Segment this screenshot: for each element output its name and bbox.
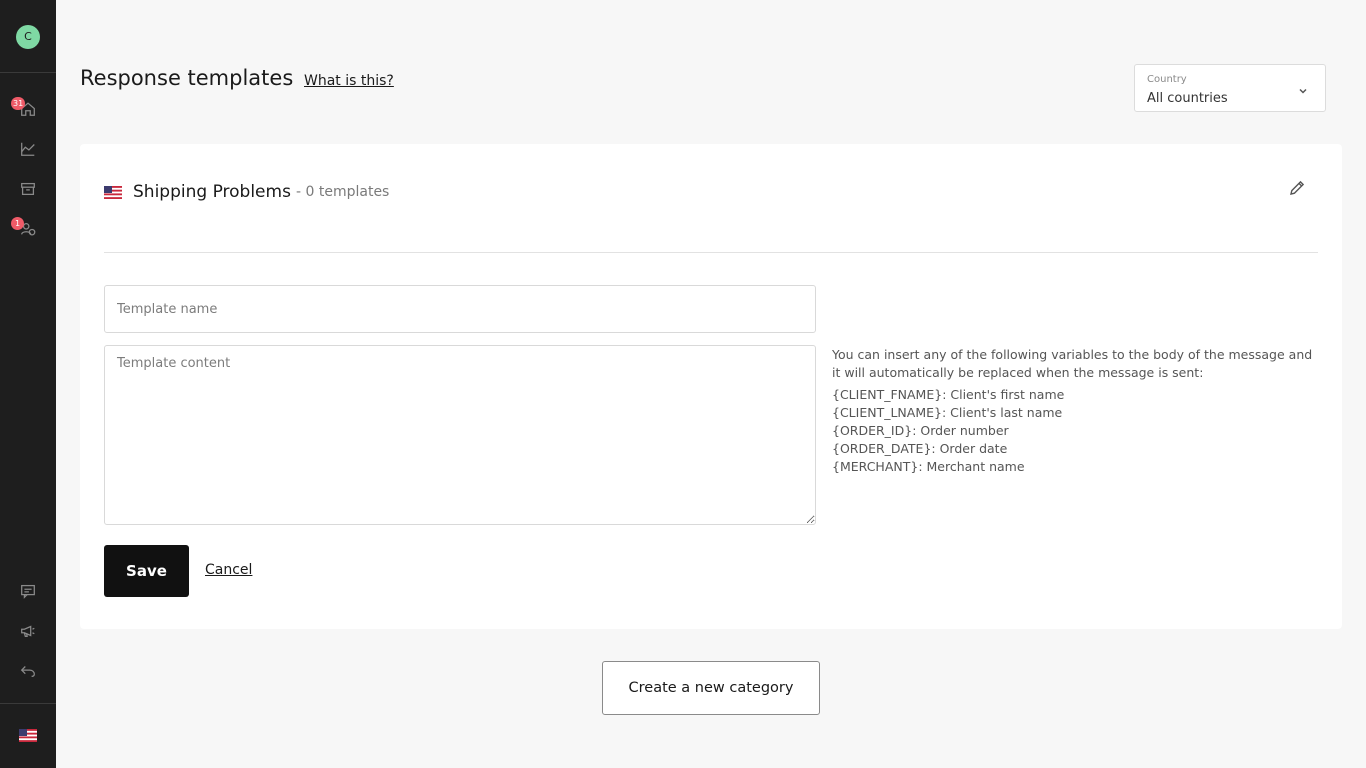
home-badge: 31 bbox=[11, 97, 26, 110]
page-title: Response templates bbox=[80, 66, 294, 90]
sidebar: C 31 1 bbox=[0, 0, 56, 768]
card-divider bbox=[104, 252, 1318, 253]
megaphone-icon[interactable] bbox=[18, 621, 38, 641]
create-category-button[interactable]: Create a new category bbox=[602, 661, 820, 715]
undo-icon[interactable] bbox=[18, 661, 38, 681]
variable-item: {CLIENT_LNAME}: Client's last name bbox=[832, 405, 1063, 420]
variable-item: {MERCHANT}: Merchant name bbox=[832, 459, 1025, 474]
country-value: All countries bbox=[1147, 91, 1228, 106]
variable-item: {ORDER_DATE}: Order date bbox=[832, 441, 1008, 456]
variables-help: You can insert any of the following vari… bbox=[832, 346, 1322, 476]
avatar[interactable]: C bbox=[16, 25, 40, 49]
save-button[interactable]: Save bbox=[104, 545, 189, 597]
edit-pencil-icon[interactable] bbox=[1287, 178, 1307, 198]
chevron-down-icon bbox=[1297, 82, 1309, 94]
template-content-textarea[interactable] bbox=[104, 345, 816, 525]
us-flag-icon[interactable] bbox=[19, 729, 37, 742]
us-flag-icon bbox=[104, 186, 122, 199]
template-count: - 0 templates bbox=[296, 184, 390, 200]
users-badge: 1 bbox=[11, 217, 24, 230]
template-name-input[interactable] bbox=[104, 285, 816, 333]
variable-item: {CLIENT_FNAME}: Client's first name bbox=[832, 387, 1065, 402]
archive-icon[interactable] bbox=[18, 179, 38, 199]
chat-icon[interactable] bbox=[18, 581, 38, 601]
sidebar-divider bbox=[0, 703, 56, 704]
category-title: Shipping Problems bbox=[133, 182, 291, 202]
country-label: Country bbox=[1147, 74, 1187, 85]
sidebar-divider bbox=[0, 72, 56, 73]
category-card: Shipping Problems - 0 templates You can … bbox=[80, 144, 1342, 629]
variable-item: {ORDER_ID}: Order number bbox=[832, 423, 1009, 438]
cancel-link[interactable]: Cancel bbox=[205, 562, 252, 578]
country-select[interactable]: Country All countries bbox=[1134, 64, 1326, 112]
what-is-this-link[interactable]: What is this? bbox=[304, 73, 394, 89]
chart-icon[interactable] bbox=[18, 139, 38, 159]
variables-intro: You can insert any of the following vari… bbox=[832, 347, 1313, 380]
